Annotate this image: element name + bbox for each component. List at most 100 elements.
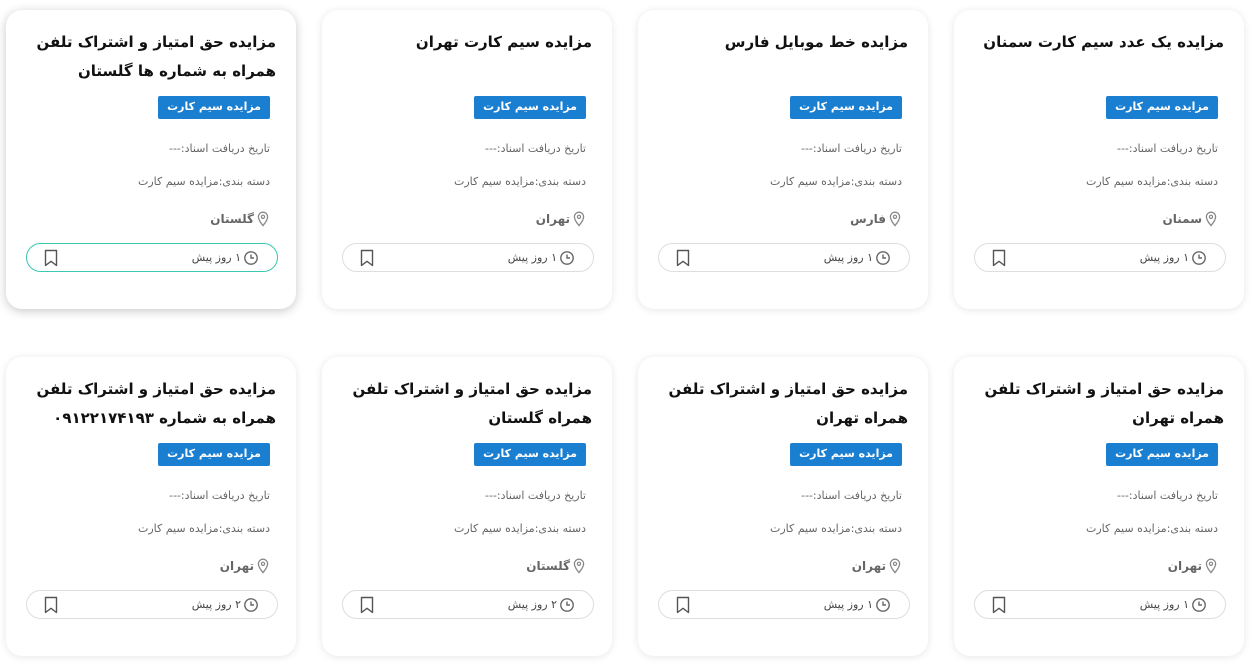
card-title[interactable]: مزایده حق امتیاز و اشتراک تلفن همراه به … <box>24 375 276 433</box>
document-date: تاریخ دریافت اسناد:--- <box>168 489 270 502</box>
auction-card[interactable]: مزایده حق امتیاز و اشتراک تلفن همراه تهر… <box>954 357 1244 656</box>
post-time: ۱ روز پیش <box>192 250 259 266</box>
clock-icon <box>1192 251 1206 265</box>
location: فارس <box>850 210 902 228</box>
clock-icon <box>244 598 258 612</box>
map-pin-icon <box>573 211 585 227</box>
auction-card-grid: مزایده یک عدد سیم کارت سمنان مزایده سیم … <box>0 0 1254 667</box>
card-footer: ۲ روز پیش <box>26 590 278 619</box>
card-title[interactable]: مزایده حق امتیاز و اشتراک تلفن همراه تهر… <box>972 375 1224 433</box>
document-date: تاریخ دریافت اسناد:--- <box>800 142 902 155</box>
time-ago: ۲ روز پیش <box>507 598 557 611</box>
time-ago: ۱ روز پیش <box>1139 598 1189 611</box>
card-title[interactable]: مزایده حق امتیاز و اشتراک تلفن همراه تهر… <box>656 375 908 433</box>
clock-icon <box>560 598 574 612</box>
clock-icon <box>1192 598 1206 612</box>
location: تهران <box>852 557 902 575</box>
card-title[interactable]: مزایده سیم کارت تهران <box>340 28 592 86</box>
location: تهران <box>220 557 270 575</box>
category-line: دسته بندی:مزایده سیم کارت <box>137 522 270 535</box>
card-footer: ۱ روز پیش <box>342 243 594 272</box>
post-time: ۱ روز پیش <box>508 250 575 266</box>
category-badge[interactable]: مزایده سیم کارت <box>474 96 586 119</box>
clock-icon <box>876 251 890 265</box>
bookmark-icon[interactable] <box>359 596 375 614</box>
category-badge[interactable]: مزایده سیم کارت <box>790 443 902 466</box>
clock-icon <box>876 598 890 612</box>
category-badge[interactable]: مزایده سیم کارت <box>1106 96 1218 119</box>
location-name: فارس <box>850 212 886 226</box>
post-time: ۱ روز پیش <box>824 597 891 613</box>
post-time: ۱ روز پیش <box>824 250 891 266</box>
auction-card[interactable]: مزایده حق امتیاز و اشتراک تلفن همراه به … <box>6 10 296 309</box>
category-line: دسته بندی:مزایده سیم کارت <box>453 175 586 188</box>
time-ago: ۱ روز پیش <box>191 251 241 264</box>
post-time: ۲ روز پیش <box>508 597 575 613</box>
location: سمنان <box>1163 210 1219 228</box>
auction-card[interactable]: مزایده سیم کارت تهران مزایده سیم کارت تا… <box>322 10 612 309</box>
time-ago: ۱ روز پیش <box>823 598 873 611</box>
post-time: ۱ روز پیش <box>1140 597 1207 613</box>
location-name: گلستان <box>210 212 254 226</box>
category-badge[interactable]: مزایده سیم کارت <box>1106 443 1218 466</box>
time-ago: ۱ روز پیش <box>1139 251 1189 264</box>
bookmark-icon[interactable] <box>43 249 59 267</box>
map-pin-icon <box>257 211 269 227</box>
card-title[interactable]: مزایده یک عدد سیم کارت سمنان <box>972 28 1224 86</box>
map-pin-icon <box>1205 211 1217 227</box>
time-ago: ۱ روز پیش <box>823 251 873 264</box>
card-title[interactable]: مزایده حق امتیاز و اشتراک تلفن همراه گلس… <box>340 375 592 433</box>
category-line: دسته بندی:مزایده سیم کارت <box>137 175 270 188</box>
location: گلستان <box>210 210 270 228</box>
post-time: ۱ روز پیش <box>1140 250 1207 266</box>
card-title[interactable]: مزایده خط موبایل فارس <box>656 28 908 86</box>
category-badge[interactable]: مزایده سیم کارت <box>474 443 586 466</box>
category-badge[interactable]: مزایده سیم کارت <box>158 96 270 119</box>
card-footer: ۱ روز پیش <box>26 243 278 272</box>
card-footer: ۲ روز پیش <box>342 590 594 619</box>
category-badge[interactable]: مزایده سیم کارت <box>158 443 270 466</box>
bookmark-icon[interactable] <box>359 249 375 267</box>
location-name: تهران <box>851 559 886 573</box>
location-name: تهران <box>1167 559 1202 573</box>
category-line: دسته بندی:مزایده سیم کارت <box>1085 522 1218 535</box>
location: تهران <box>1168 557 1218 575</box>
bookmark-icon[interactable] <box>675 596 691 614</box>
location-name: سمنان <box>1162 212 1203 226</box>
location-name: گلستان <box>526 559 570 573</box>
bookmark-icon[interactable] <box>991 596 1007 614</box>
auction-card[interactable]: مزایده حق امتیاز و اشتراک تلفن همراه گلس… <box>322 357 612 656</box>
card-footer: ۱ روز پیش <box>658 243 910 272</box>
category-badge[interactable]: مزایده سیم کارت <box>790 96 902 119</box>
bookmark-icon[interactable] <box>991 249 1007 267</box>
card-footer: ۱ روز پیش <box>974 590 1226 619</box>
map-pin-icon <box>1205 558 1217 574</box>
auction-card[interactable]: مزایده خط موبایل فارس مزایده سیم کارت تا… <box>638 10 928 309</box>
document-date: تاریخ دریافت اسناد:--- <box>168 142 270 155</box>
auction-card[interactable]: مزایده حق امتیاز و اشتراک تلفن همراه به … <box>6 357 296 656</box>
card-footer: ۱ روز پیش <box>658 590 910 619</box>
time-ago: ۲ روز پیش <box>191 598 241 611</box>
document-date: تاریخ دریافت اسناد:--- <box>1116 142 1218 155</box>
bookmark-icon[interactable] <box>43 596 59 614</box>
auction-card[interactable]: مزایده حق امتیاز و اشتراک تلفن همراه تهر… <box>638 357 928 656</box>
post-time: ۲ روز پیش <box>192 597 259 613</box>
auction-card[interactable]: مزایده یک عدد سیم کارت سمنان مزایده سیم … <box>954 10 1244 309</box>
category-line: دسته بندی:مزایده سیم کارت <box>769 175 902 188</box>
location: گلستان <box>526 557 586 575</box>
map-pin-icon <box>573 558 585 574</box>
document-date: تاریخ دریافت اسناد:--- <box>800 489 902 502</box>
map-pin-icon <box>257 558 269 574</box>
category-line: دسته بندی:مزایده سیم کارت <box>453 522 586 535</box>
card-title[interactable]: مزایده حق امتیاز و اشتراک تلفن همراه به … <box>24 28 276 86</box>
category-line: دسته بندی:مزایده سیم کارت <box>1085 175 1218 188</box>
bookmark-icon[interactable] <box>675 249 691 267</box>
document-date: تاریخ دریافت اسناد:--- <box>484 142 586 155</box>
time-ago: ۱ روز پیش <box>507 251 557 264</box>
document-date: تاریخ دریافت اسناد:--- <box>484 489 586 502</box>
location: تهران <box>536 210 586 228</box>
location-name: تهران <box>535 212 570 226</box>
clock-icon <box>560 251 574 265</box>
location-name: تهران <box>219 559 254 573</box>
map-pin-icon <box>889 211 901 227</box>
